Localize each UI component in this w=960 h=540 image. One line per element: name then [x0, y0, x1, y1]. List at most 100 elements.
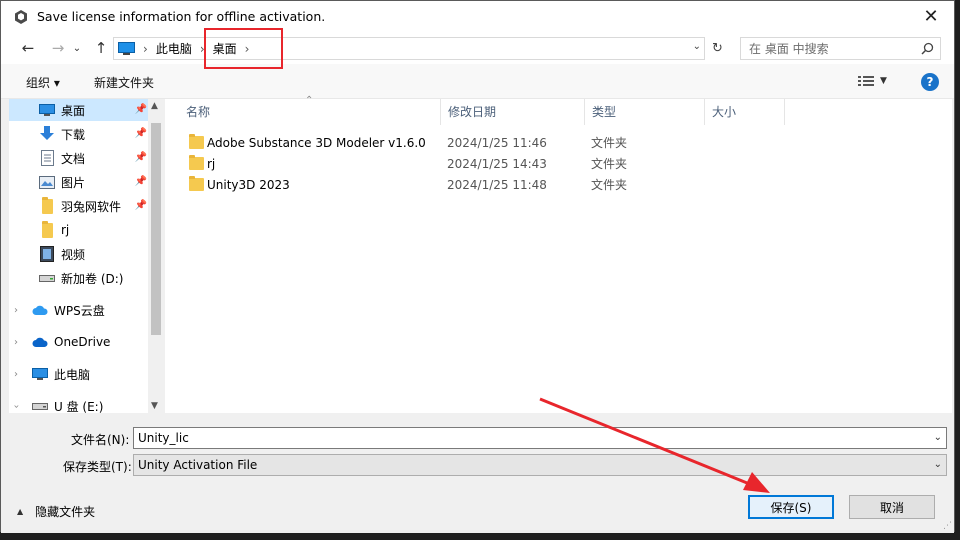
refresh-button[interactable]: ↻ [708, 37, 727, 60]
sidebar-item-desktop[interactable]: 桌面 📌 [9, 99, 149, 121]
folder-icon [189, 155, 204, 170]
breadcrumb-desktop[interactable]: 桌面 [213, 40, 237, 57]
drive-icon [39, 270, 55, 286]
filetype-value: Unity Activation File [138, 458, 258, 472]
sidebar-item-downloads[interactable]: 下载 📌 [9, 123, 149, 145]
up-button[interactable]: ↑ [90, 38, 112, 58]
scrollbar-thumb[interactable] [151, 123, 161, 335]
folder-icon [189, 134, 204, 149]
file-date: 2024/1/25 11:46 [447, 135, 547, 150]
hide-folders-toggle[interactable]: ▲ 隐藏文件夹 [17, 503, 95, 520]
video-icon [39, 246, 55, 262]
search-input[interactable] [749, 41, 919, 56]
pin-icon[interactable]: 📌 [135, 104, 147, 115]
caret-up-icon: ▲ [17, 507, 24, 516]
sidebar-item-usb-e[interactable]: › U 盘 (E:) [9, 395, 149, 414]
filetype-select[interactable]: Unity Activation File ⌄ [133, 454, 947, 476]
back-button[interactable]: ← [17, 38, 39, 58]
chevron-right-icon: › [244, 41, 250, 56]
column-header-row: ⌃ 名称 修改日期 类型 大小 [165, 95, 952, 125]
column-header-size[interactable]: 大小 [705, 99, 785, 125]
filename-input[interactable] [138, 431, 918, 445]
cancel-button[interactable]: 取消 [849, 495, 935, 519]
arrow-up-icon: ↑ [94, 39, 108, 57]
sidebar-item-label: 文档 [61, 151, 86, 166]
address-bar[interactable]: › 此电脑 › 桌面 › ⌄ [113, 37, 705, 60]
file-row[interactable]: Unity3D 2023 2024/1/25 11:48 文件夹 [179, 174, 679, 195]
file-row[interactable]: rj 2024/1/25 14:43 文件夹 [179, 153, 679, 174]
sidebar-item-label: 桌面 [61, 103, 86, 118]
recent-locations-button[interactable]: ⌄ [70, 38, 84, 58]
column-header-date[interactable]: 修改日期 [441, 99, 585, 125]
pin-icon[interactable]: 📌 [135, 200, 147, 211]
search-box[interactable] [740, 37, 941, 60]
sidebar-item-label: 图片 [61, 175, 86, 190]
pictures-icon [39, 174, 55, 190]
chevron-right-icon[interactable]: › [14, 305, 18, 316]
filename-label: 文件名(N): [71, 433, 130, 447]
pin-icon[interactable]: 📌 [135, 152, 147, 163]
sidebar-item-videos[interactable]: 视频 [9, 243, 149, 265]
sidebar-item-wps-cloud[interactable]: › WPS云盘 [9, 299, 149, 321]
address-row: ← → ⌄ ↑ › 此电脑 › 桌面 › ⌄ ↻ [1, 32, 954, 64]
sidebar-item-documents[interactable]: 文档 📌 [9, 147, 149, 169]
details-view-icon [858, 76, 874, 86]
title-bar: Save license information for offline act… [1, 1, 954, 32]
file-type: 文件夹 [591, 178, 628, 192]
arrow-left-icon: ← [21, 39, 35, 57]
chevron-down-icon[interactable]: ⌄ [934, 432, 942, 443]
new-folder-button[interactable]: 新建文件夹 [94, 74, 154, 91]
chevron-down-icon: ⌄ [72, 42, 82, 54]
navigation-pane: 桌面 📌 下载 📌 文档 📌 图片 📌 羽兔网软件 📌 rj 视频 新加卷 (D… [9, 99, 164, 413]
caret-down-icon: ▼ [880, 76, 887, 86]
scroll-down-icon[interactable]: ▼ [151, 401, 158, 411]
help-button[interactable]: ? [921, 73, 939, 91]
column-header-type[interactable]: 类型 [585, 99, 705, 125]
sidebar-item-label: 新加卷 (D:) [61, 271, 124, 286]
save-button[interactable]: 保存(S) [748, 495, 834, 519]
navigation-scrollbar[interactable]: ▲ ▼ [148, 99, 164, 413]
column-header-name[interactable]: 名称 [179, 99, 441, 125]
sidebar-item-rj[interactable]: rj [9, 219, 149, 241]
chevron-down-icon[interactable]: ⌄ [693, 41, 701, 52]
save-form: 文件名(N): ⌄ 保存类型(T): Unity Activation File… [1, 413, 954, 533]
download-icon [39, 126, 55, 142]
sidebar-item-label: WPS云盘 [54, 303, 105, 318]
folder-icon [189, 176, 204, 191]
usb-drive-icon [32, 398, 48, 413]
chevron-right-icon[interactable]: › [14, 337, 18, 348]
file-date: 2024/1/25 14:43 [447, 156, 547, 171]
scroll-up-icon[interactable]: ▲ [151, 101, 158, 111]
file-type: 文件夹 [591, 157, 628, 171]
sidebar-item-label: OneDrive [54, 335, 111, 349]
filename-field[interactable]: ⌄ [133, 427, 947, 449]
organize-button[interactable]: 组织 ▾ [26, 74, 60, 91]
chevron-down-icon[interactable]: › [11, 404, 22, 408]
file-row[interactable]: Adobe Substance 3D Modeler v1.6.0 2024/1… [179, 132, 679, 153]
save-dialog: Save license information for offline act… [0, 0, 955, 533]
computer-icon [32, 366, 48, 382]
arrow-right-icon: → [51, 39, 65, 57]
chevron-right-icon[interactable]: › [14, 369, 18, 380]
file-date: 2024/1/25 11:48 [447, 177, 547, 192]
file-type: 文件夹 [591, 136, 628, 150]
breadcrumb-this-pc[interactable]: 此电脑 [156, 40, 192, 57]
close-button[interactable]: ✕ [908, 1, 954, 32]
onedrive-icon [32, 334, 48, 350]
window-title: Save license information for offline act… [37, 9, 326, 24]
sidebar-item-this-pc[interactable]: › 此电脑 [9, 363, 149, 385]
sidebar-item-label: 羽兔网软件 [61, 199, 122, 214]
sidebar-item-label: rj [61, 223, 70, 237]
resize-grip-icon[interactable]: ⋰ [943, 521, 952, 531]
sidebar-item-pictures[interactable]: 图片 📌 [9, 171, 149, 193]
view-options-button[interactable]: ▼ [858, 75, 887, 87]
sidebar-item-yutu-software[interactable]: 羽兔网软件 📌 [9, 195, 149, 217]
close-icon: ✕ [923, 6, 939, 27]
sidebar-item-drive-d[interactable]: 新加卷 (D:) [9, 267, 149, 289]
command-bar: 组织 ▾ 新建文件夹 ▼ ? [1, 64, 954, 99]
pin-icon[interactable]: 📌 [135, 128, 147, 139]
sidebar-item-onedrive[interactable]: › OneDrive [9, 331, 149, 353]
pin-icon[interactable]: 📌 [135, 176, 147, 187]
forward-button[interactable]: → [47, 38, 69, 58]
app-icon [15, 9, 27, 24]
